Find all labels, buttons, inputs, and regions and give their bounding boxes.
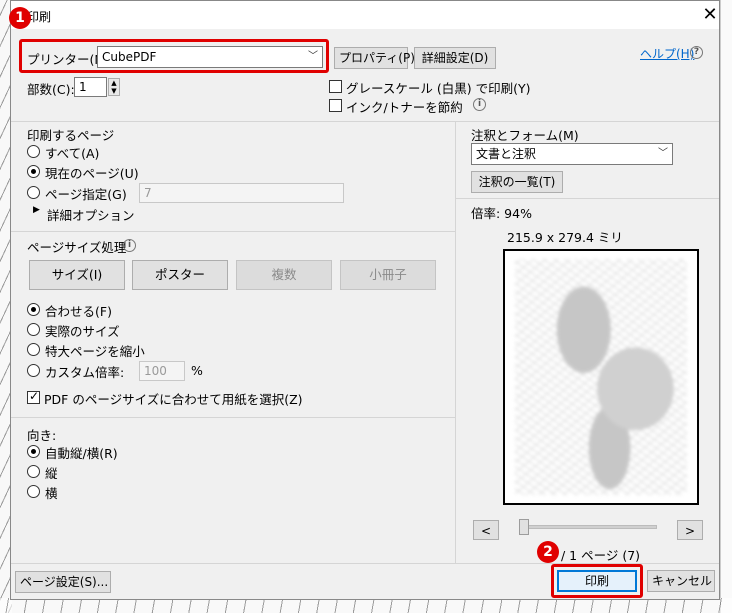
ink-save-label: インク/トナーを節約 bbox=[346, 100, 463, 115]
separator bbox=[455, 198, 719, 199]
grayscale-checkbox[interactable] bbox=[329, 80, 342, 93]
expand-triangle-icon[interactable]: ▶ bbox=[33, 205, 40, 215]
shrink-radio[interactable] bbox=[27, 343, 40, 356]
orientation-portrait-radio[interactable] bbox=[27, 465, 40, 478]
copies-input[interactable]: 1 bbox=[74, 77, 107, 97]
pages-range-label: ページ指定(G) bbox=[45, 187, 127, 202]
comments-select[interactable]: 文書と注釈 ﹀ bbox=[471, 143, 673, 165]
cancel-button[interactable]: キャンセル bbox=[647, 570, 715, 592]
separator bbox=[11, 231, 455, 232]
pages-all-label: すべて(A) bbox=[45, 146, 100, 161]
info-icon[interactable]: i bbox=[473, 98, 486, 111]
orientation-portrait-label: 縦 bbox=[45, 466, 58, 481]
page-setup-button[interactable]: ページ設定(S)... bbox=[15, 571, 111, 593]
page-sizing-heading: ページサイズ処理 bbox=[27, 240, 127, 255]
fit-radio[interactable] bbox=[27, 303, 40, 316]
comments-heading: 注釈とフォーム(M) bbox=[471, 128, 579, 143]
custom-scale-radio[interactable] bbox=[27, 364, 40, 377]
pages-current-radio[interactable] bbox=[27, 165, 40, 178]
step-badge-2: 2 bbox=[537, 541, 559, 563]
separator bbox=[11, 121, 719, 122]
scale-label: 倍率: 94% bbox=[471, 206, 532, 221]
next-page-button[interactable]: > bbox=[677, 520, 703, 540]
highlight-box-print bbox=[551, 564, 643, 598]
orientation-landscape-radio[interactable] bbox=[27, 485, 40, 498]
choose-paper-checkbox[interactable] bbox=[27, 389, 40, 404]
page-slider-thumb[interactable] bbox=[519, 519, 529, 535]
actual-size-label: 実際のサイズ bbox=[45, 324, 120, 339]
highlight-box-printer bbox=[19, 39, 329, 73]
background-document-right bbox=[720, 0, 732, 613]
previous-page-button[interactable]: < bbox=[473, 520, 499, 540]
chevron-down-icon: ﹀ bbox=[658, 148, 668, 159]
comments-summary-button[interactable]: 注釈の一覧(T) bbox=[471, 171, 563, 193]
info-icon[interactable]: i bbox=[123, 239, 136, 252]
page-indicator: / 1 ページ (7) bbox=[561, 548, 641, 563]
size-button[interactable]: サイズ(I) bbox=[29, 260, 125, 290]
orientation-heading: 向き: bbox=[27, 428, 57, 443]
print-dialog: 印刷 ✕ プリンター(N): CubePDF ﹀ 1 プロパティ(P) 詳細設定… bbox=[9, 0, 720, 600]
panel-divider bbox=[455, 121, 456, 563]
custom-scale-label: カスタム倍率: bbox=[45, 365, 125, 380]
more-options-label[interactable]: 詳細オプション bbox=[47, 205, 135, 224]
close-icon[interactable]: ✕ bbox=[701, 4, 719, 25]
step-badge-1: 1 bbox=[9, 7, 31, 29]
ink-save-checkbox[interactable] bbox=[329, 99, 342, 112]
fit-label: 合わせる(F) bbox=[45, 304, 112, 319]
orientation-auto-label: 自動縦/横(R) bbox=[45, 446, 118, 461]
poster-button[interactable]: ポスター bbox=[132, 260, 228, 290]
copies-spinner[interactable]: ▲ ▼ bbox=[108, 78, 120, 96]
percent-unit: % bbox=[191, 363, 203, 378]
help-question-icon[interactable]: ? bbox=[690, 46, 703, 59]
custom-scale-input[interactable]: 100 bbox=[139, 361, 185, 381]
background-document-bottom bbox=[0, 598, 732, 613]
pages-current-label: 現在のページ(U) bbox=[45, 166, 139, 181]
pages-all-radio[interactable] bbox=[27, 145, 40, 158]
preview-map-image bbox=[515, 259, 687, 495]
spin-up-icon[interactable]: ▲ bbox=[109, 79, 119, 87]
copies-label: 部数(C): bbox=[27, 82, 75, 97]
separator bbox=[11, 417, 455, 418]
paper-size-label: 215.9 x 279.4 ミリ bbox=[507, 230, 623, 245]
properties-button[interactable]: プロパティ(P) bbox=[334, 47, 415, 69]
advanced-button[interactable]: 詳細設定(D) bbox=[414, 47, 496, 69]
orientation-landscape-label: 横 bbox=[45, 486, 58, 501]
pages-heading: 印刷するページ bbox=[27, 128, 115, 143]
orientation-auto-radio[interactable] bbox=[27, 445, 40, 458]
help-link[interactable]: ヘルプ(H) bbox=[640, 45, 694, 62]
pages-range-input[interactable]: 7 bbox=[139, 183, 344, 203]
choose-paper-label: PDF のページサイズに合わせて用紙を選択(Z) bbox=[44, 392, 303, 407]
page-slider[interactable] bbox=[519, 525, 657, 529]
booklet-button[interactable]: 小冊子 bbox=[340, 260, 436, 290]
title-bar: 印刷 ✕ bbox=[11, 1, 719, 29]
grayscale-label: グレースケール (白黒) で印刷(Y) bbox=[346, 81, 531, 96]
print-preview bbox=[503, 249, 699, 505]
spin-down-icon[interactable]: ▼ bbox=[109, 87, 119, 95]
shrink-label: 特大ページを縮小 bbox=[45, 344, 145, 359]
multiple-button[interactable]: 複数 bbox=[236, 260, 332, 290]
actual-size-radio[interactable] bbox=[27, 323, 40, 336]
comments-select-value: 文書と注釈 bbox=[476, 147, 537, 161]
pages-range-radio[interactable] bbox=[27, 186, 40, 199]
